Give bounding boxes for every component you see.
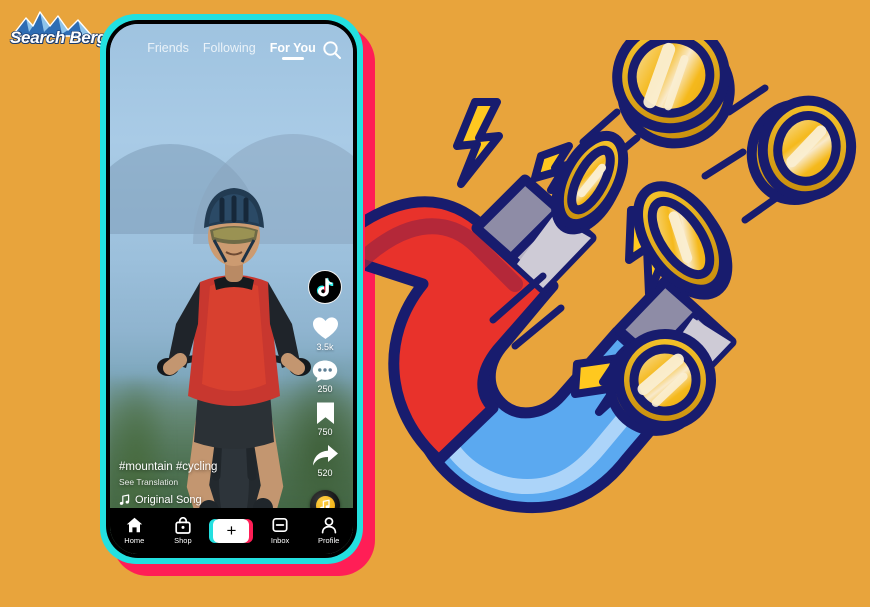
tab-shop[interactable]: Shop xyxy=(161,516,205,546)
phone-mockup: Friends Following For You 3.5k 250 750 5… xyxy=(100,14,375,576)
brand-logo: Search Berg xyxy=(6,6,107,54)
music-note-icon xyxy=(119,494,130,505)
bookmark-count: 750 xyxy=(317,427,333,437)
shopping-bag-icon xyxy=(175,516,191,534)
bookmark-button[interactable]: 750 xyxy=(315,401,336,437)
like-count: 3.5k xyxy=(316,342,334,352)
caption-hashtags[interactable]: #mountain #cycling xyxy=(119,461,294,473)
person-icon xyxy=(321,516,336,534)
tab-profile[interactable]: Profile xyxy=(307,516,351,546)
brand-name: Search Berg xyxy=(10,28,107,47)
heart-icon xyxy=(312,317,338,339)
lightning-bolt-icon xyxy=(453,98,503,188)
bookmark-icon xyxy=(316,402,334,424)
nav-tab-for-you[interactable]: For You xyxy=(270,41,316,60)
top-navigation: Friends Following For You xyxy=(110,24,353,76)
create-button[interactable]: + xyxy=(209,519,254,543)
tab-inbox-label: Inbox xyxy=(270,535,290,545)
action-rail: 3.5k 250 750 520 xyxy=(303,270,347,520)
home-icon xyxy=(126,518,142,533)
share-icon xyxy=(312,445,338,466)
nav-tab-following[interactable]: Following xyxy=(203,41,256,60)
tab-home-label: Home xyxy=(124,535,145,545)
tab-profile-label: Profile xyxy=(318,536,340,546)
gold-coin-icon xyxy=(746,95,857,206)
avatar[interactable] xyxy=(308,270,342,304)
song-row[interactable]: Original Song xyxy=(119,494,294,506)
share-button[interactable]: 520 xyxy=(312,444,339,478)
magnet-coins-illustration xyxy=(365,40,865,570)
poster-canvas: Search Berg Friends Following For You 3.… xyxy=(0,0,870,607)
comment-count: 250 xyxy=(317,384,333,394)
bottom-tab-bar: Home Shop + Inbox Profile xyxy=(110,508,353,554)
tab-create[interactable]: + xyxy=(209,519,254,543)
song-title: Original Song xyxy=(135,494,202,506)
plus-icon: + xyxy=(226,521,237,540)
tab-inbox[interactable]: Inbox xyxy=(258,517,302,545)
video-caption: #mountain #cycling See Translation Origi… xyxy=(119,461,294,506)
comment-button[interactable]: 250 xyxy=(312,359,338,394)
inbox-icon xyxy=(272,518,288,533)
tiktok-note-icon xyxy=(316,277,333,296)
share-count: 520 xyxy=(317,468,333,478)
gold-coin-icon xyxy=(551,130,629,235)
tab-shop-label: Shop xyxy=(174,536,192,546)
like-button[interactable]: 3.5k xyxy=(312,316,339,352)
tab-home[interactable]: Home xyxy=(112,517,156,545)
nav-tab-friends[interactable]: Friends xyxy=(147,41,189,60)
gold-coin-icon xyxy=(633,181,733,300)
phone-screen: Friends Following For You 3.5k 250 750 5… xyxy=(110,24,353,554)
search-icon[interactable] xyxy=(321,39,343,61)
phone-frame: Friends Following For You 3.5k 250 750 5… xyxy=(106,20,357,558)
gold-coin-icon xyxy=(612,40,735,149)
comment-icon xyxy=(312,360,338,382)
see-translation-link[interactable]: See Translation xyxy=(119,477,294,487)
